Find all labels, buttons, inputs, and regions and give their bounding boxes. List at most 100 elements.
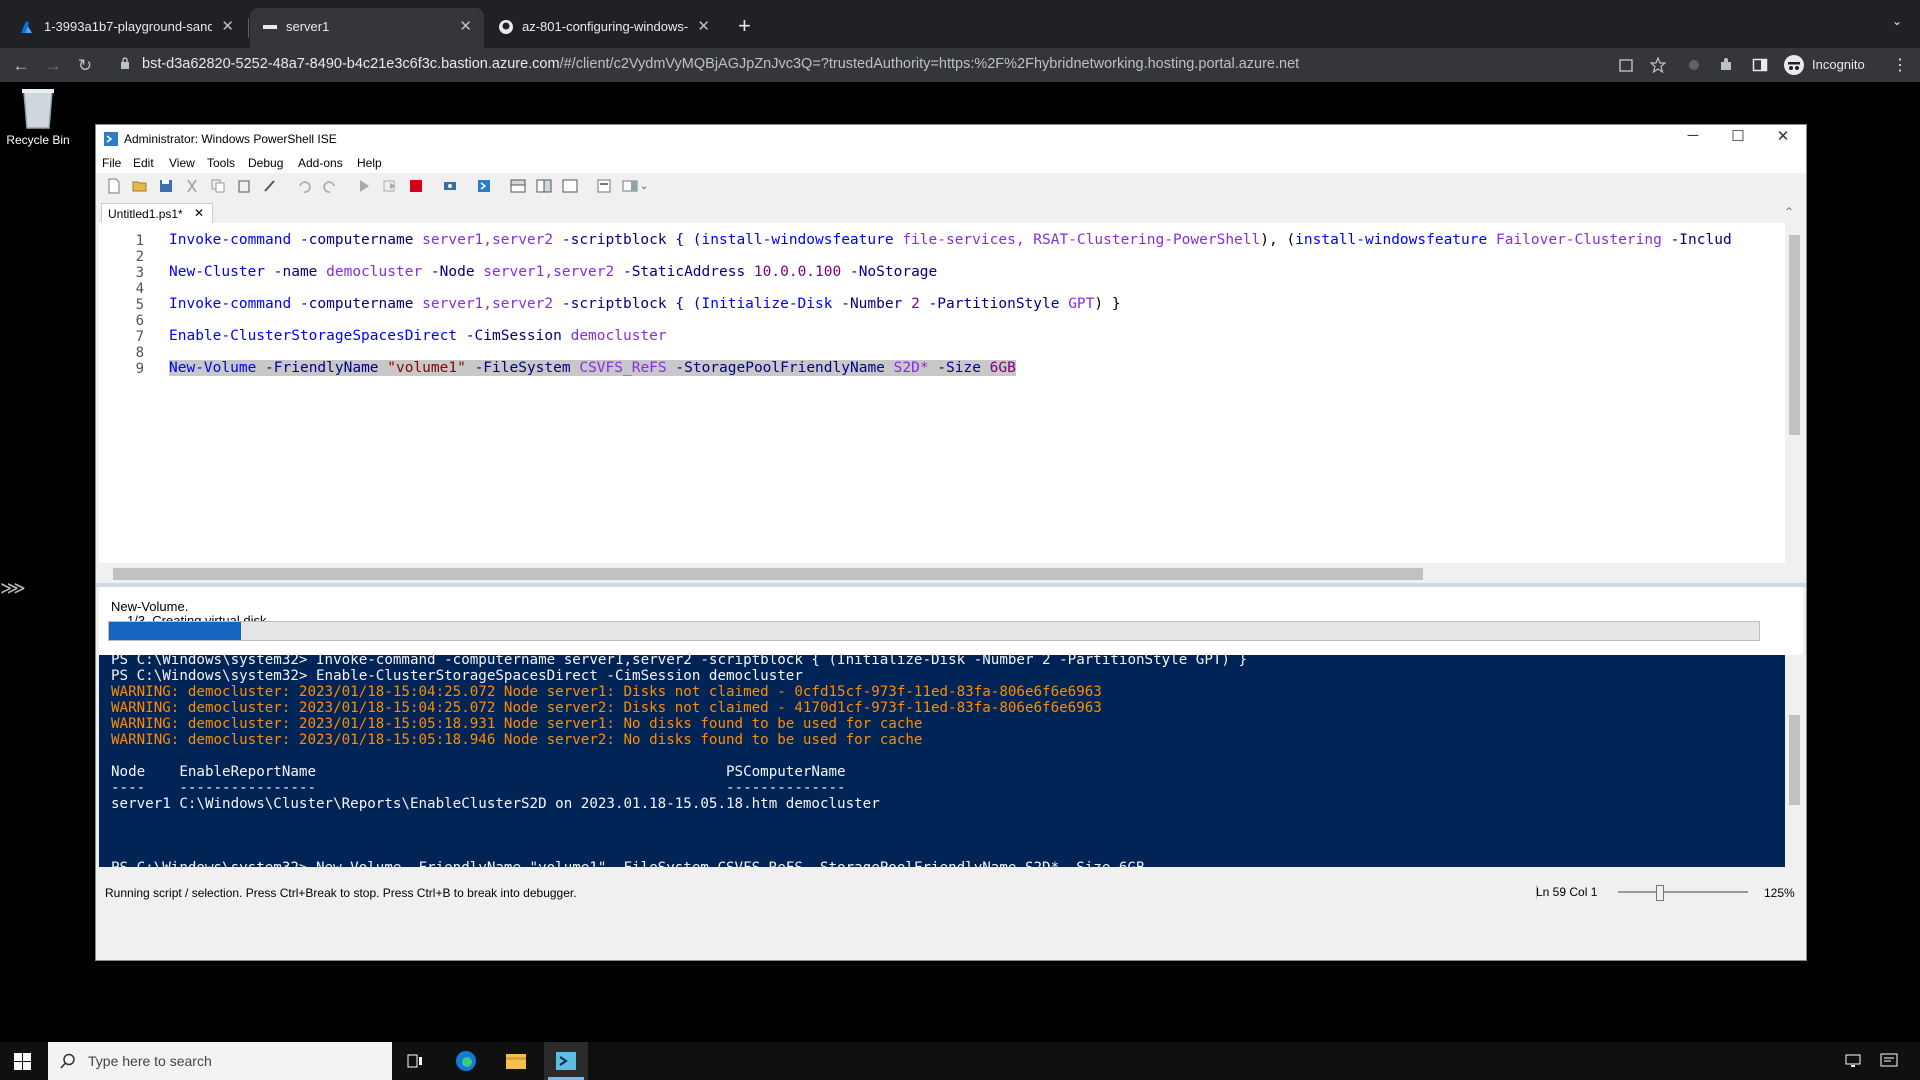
bastion-icon bbox=[263, 25, 277, 29]
tab-untitled1[interactable]: Untitled1.ps1* ✕ bbox=[101, 203, 213, 224]
new-tab-button[interactable]: + bbox=[738, 13, 751, 39]
scrollbar-thumb[interactable] bbox=[1789, 715, 1800, 805]
window-title-bar[interactable]: Administrator: Windows PowerShell ISE ─ … bbox=[96, 125, 1806, 153]
menu-file[interactable]: File bbox=[102, 156, 121, 170]
toolbar-overflow-icon[interactable]: ⌄ bbox=[640, 181, 648, 192]
run-selection-icon[interactable] bbox=[382, 178, 398, 194]
zoom-level: 125% bbox=[1764, 886, 1795, 900]
recycle-bin-icon bbox=[22, 89, 54, 129]
editor-vertical-scrollbar[interactable] bbox=[1785, 223, 1803, 563]
close-icon[interactable]: ✕ bbox=[221, 17, 234, 35]
progress-activity: New-Volume. bbox=[111, 599, 189, 614]
bookmark-star-icon[interactable] bbox=[1650, 57, 1666, 73]
menu-edit[interactable]: Edit bbox=[133, 156, 154, 170]
extension-bug-icon[interactable] bbox=[1686, 57, 1702, 73]
file-explorer-icon[interactable] bbox=[505, 1051, 527, 1071]
close-window-button[interactable]: ✕ bbox=[1761, 127, 1805, 151]
url-host: bst-d3a62820-5252-48a7-8490-b4c21e3c6f3c… bbox=[142, 56, 560, 72]
reload-icon[interactable]: ↻ bbox=[75, 56, 95, 76]
line-number: 9 bbox=[135, 361, 144, 377]
code-token: -Node bbox=[422, 264, 484, 280]
notification-center-icon[interactable] bbox=[1880, 1053, 1898, 1069]
editor-horizontal-scrollbar[interactable] bbox=[99, 565, 1787, 583]
close-icon[interactable]: ✕ bbox=[697, 17, 710, 35]
forward-arrow-icon[interactable]: → bbox=[43, 56, 63, 76]
kebab-menu-icon[interactable]: ⋮ bbox=[1892, 55, 1908, 75]
cut-icon[interactable] bbox=[184, 178, 200, 194]
show-script-pane-right-icon[interactable] bbox=[536, 178, 552, 194]
scrollbar-thumb[interactable] bbox=[1789, 235, 1800, 435]
clear-output-icon[interactable] bbox=[262, 178, 278, 194]
show-script-pane-maximized-icon[interactable] bbox=[562, 178, 578, 194]
show-script-pane-top-icon[interactable] bbox=[510, 178, 526, 194]
code-line-7: Enable-ClusterStorageSpacesDirect -CimSe… bbox=[169, 328, 667, 344]
scrollbar-thumb[interactable] bbox=[113, 568, 1423, 580]
open-folder-icon[interactable] bbox=[132, 178, 148, 194]
line-number: 8 bbox=[135, 345, 144, 361]
code-token: -StoragePoolFriendlyName bbox=[666, 360, 894, 376]
menu-view[interactable]: View bbox=[169, 156, 195, 170]
recycle-bin-shortcut[interactable]: Recycle Bin bbox=[6, 86, 70, 158]
bastion-side-panel-toggle-icon[interactable]: ⋙ bbox=[0, 578, 26, 599]
code-token: 6GB bbox=[989, 360, 1016, 376]
close-icon[interactable]: ✕ bbox=[459, 17, 472, 35]
menu-help[interactable]: Help bbox=[357, 156, 382, 170]
share-icon[interactable] bbox=[1618, 57, 1634, 73]
task-view-icon[interactable] bbox=[407, 1053, 423, 1069]
browser-tab-azure-portal[interactable]: 1-3993a1b7-playground-sandb ✕ bbox=[8, 8, 246, 48]
script-editor[interactable]: 1 2 3 4 5 6 7 8 9 Invoke-command -comput… bbox=[99, 223, 1787, 563]
taskbar-search-box[interactable]: Type here to search bbox=[48, 1042, 392, 1080]
incognito-label: Incognito bbox=[1812, 57, 1865, 72]
search-placeholder: Type here to search bbox=[88, 1053, 212, 1069]
address-bar[interactable]: bst-d3a62820-5252-48a7-8490-b4c21e3c6f3c… bbox=[110, 52, 1590, 78]
back-arrow-icon[interactable]: ← bbox=[11, 56, 31, 76]
windows-start-icon[interactable] bbox=[14, 1053, 31, 1070]
console-vertical-scrollbar[interactable] bbox=[1785, 655, 1803, 867]
zoom-slider[interactable] bbox=[1618, 885, 1748, 901]
show-command-window-icon[interactable] bbox=[596, 178, 612, 194]
browser-tab-server1[interactable]: server1 ✕ bbox=[250, 8, 484, 48]
tab-search-chevron-icon[interactable]: ⌄ bbox=[1892, 14, 1902, 28]
new-file-icon[interactable] bbox=[106, 178, 122, 194]
minimize-button[interactable]: ─ bbox=[1671, 127, 1715, 151]
undo-icon[interactable] bbox=[296, 178, 312, 194]
maximize-button[interactable]: ☐ bbox=[1716, 127, 1760, 151]
taskbar-powershell-ise-button[interactable] bbox=[544, 1042, 588, 1080]
line-number: 6 bbox=[135, 313, 144, 329]
code-token: server1,server2 bbox=[422, 232, 554, 248]
redo-icon[interactable] bbox=[322, 178, 338, 194]
run-script-icon[interactable] bbox=[356, 178, 372, 194]
start-powershell-icon[interactable] bbox=[476, 178, 492, 194]
menu-add-ons[interactable]: Add-ons bbox=[298, 156, 343, 170]
menu-debug[interactable]: Debug bbox=[248, 156, 283, 170]
code-token: -scriptblock { ( bbox=[553, 232, 702, 248]
copy-icon[interactable] bbox=[210, 178, 226, 194]
console-pane[interactable]: PS C:\Windows\system32> Invoke-command -… bbox=[99, 655, 1787, 867]
progress-bar bbox=[108, 621, 1760, 641]
code-token: 10.0.0.100 bbox=[753, 264, 842, 280]
menu-tools[interactable]: Tools bbox=[207, 156, 235, 170]
close-icon[interactable]: ✕ bbox=[194, 206, 204, 220]
code-token: -scriptblock { ( bbox=[553, 296, 702, 312]
remote-powershell-icon[interactable] bbox=[442, 178, 458, 194]
zoom-slider-thumb[interactable] bbox=[1656, 885, 1664, 901]
code-token: Enable-ClusterStorageSpacesDirect bbox=[169, 328, 458, 344]
stop-operation-icon[interactable] bbox=[408, 178, 424, 194]
line-number: 2 bbox=[135, 249, 144, 265]
paste-icon[interactable] bbox=[236, 178, 252, 194]
edge-browser-icon[interactable] bbox=[455, 1050, 477, 1072]
network-icon[interactable] bbox=[1845, 1054, 1861, 1068]
show-command-addon-icon[interactable] bbox=[622, 178, 638, 194]
save-icon[interactable] bbox=[158, 178, 174, 194]
search-icon bbox=[60, 1053, 75, 1069]
script-tab-label: Untitled1.ps1* bbox=[108, 207, 183, 221]
collapse-script-pane-icon[interactable]: ⌃ bbox=[1784, 205, 1794, 219]
side-panel-icon[interactable] bbox=[1752, 57, 1768, 73]
console-line: PS C:\Windows\system32> Invoke-command -… bbox=[111, 655, 1248, 668]
code-token: -NoStorage bbox=[841, 264, 938, 280]
browser-tab-github[interactable]: az-801-configuring-windows-s ✕ bbox=[486, 8, 722, 48]
extensions-puzzle-icon[interactable] bbox=[1718, 57, 1734, 73]
browser-toolbar: ← → ↻ bst-d3a62820-5252-48a7-8490-b4c21e… bbox=[0, 48, 1920, 82]
code-token: -FileSystem bbox=[465, 360, 580, 376]
lock-icon bbox=[121, 57, 129, 69]
